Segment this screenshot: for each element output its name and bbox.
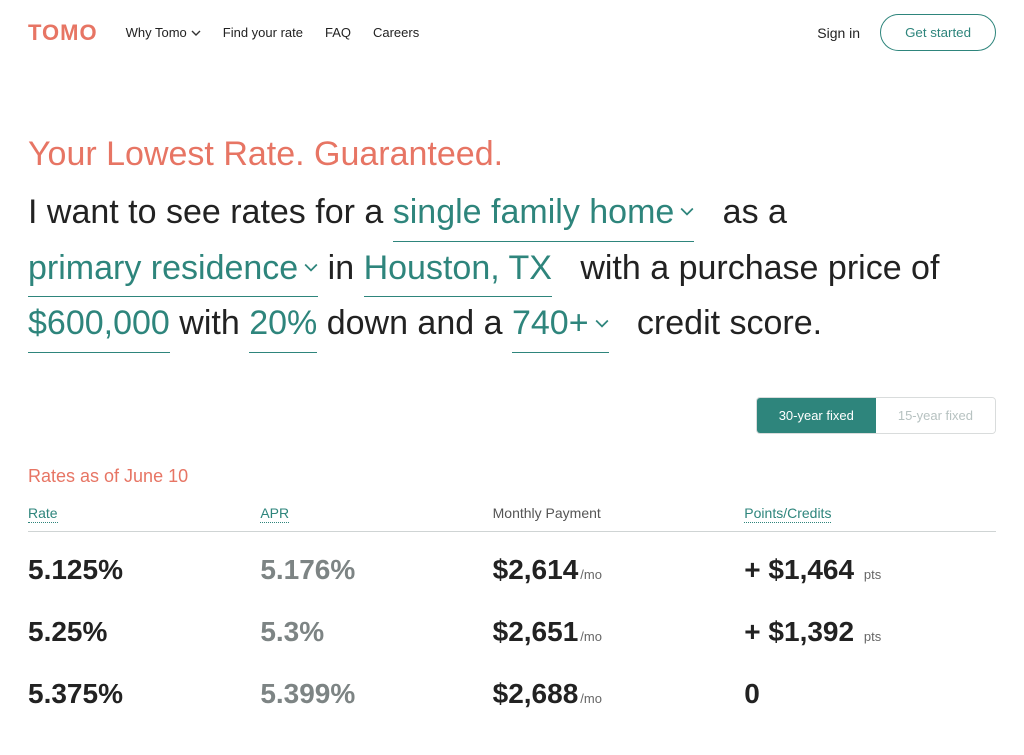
text: with — [179, 304, 249, 342]
cell-apr: 5.3% — [260, 594, 492, 656]
text — [618, 304, 627, 342]
nav-item-label: Why Tomo — [126, 25, 187, 40]
col-monthly: Monthly Payment — [493, 505, 745, 532]
cell-monthly: $2,688/mo — [493, 656, 745, 718]
text — [561, 249, 570, 287]
text: as a — [723, 193, 787, 231]
selector-value: Houston, TX — [364, 242, 552, 295]
col-rate[interactable]: Rate — [28, 505, 260, 532]
logo[interactable]: TOMO — [28, 20, 98, 46]
rate-sentence: I want to see rates for a single family … — [28, 186, 968, 353]
down-payment-selector[interactable]: 20% — [249, 297, 317, 353]
chevron-down-icon — [595, 317, 609, 331]
rates-as-of: Rates as of June 10 — [28, 466, 996, 487]
cell-monthly: $2,651/mo — [493, 594, 745, 656]
get-started-button[interactable]: Get started — [880, 14, 996, 51]
cell-points: 0 — [744, 656, 996, 718]
selector-value: $600,000 — [28, 297, 170, 350]
text: down and a — [327, 304, 512, 342]
cell-monthly: $2,614/mo — [493, 532, 745, 595]
cell-points: + $1,464 pts — [744, 532, 996, 595]
price-selector[interactable]: $600,000 — [28, 297, 170, 353]
cell-points: + $1,392 pts — [744, 594, 996, 656]
cell-rate: 5.25% — [28, 594, 260, 656]
text — [704, 193, 713, 231]
signin-link[interactable]: Sign in — [817, 25, 860, 41]
selector-value: 740+ — [512, 297, 589, 350]
nav-careers[interactable]: Careers — [373, 25, 419, 40]
term-tabs: 30-year fixed 15-year fixed — [28, 397, 996, 434]
text: credit score. — [637, 304, 822, 342]
col-points[interactable]: Points/Credits — [744, 505, 996, 532]
cell-apr: 5.399% — [260, 656, 492, 718]
rates-table: Rate APR Monthly Payment Points/Credits … — [28, 505, 996, 718]
chevron-down-icon — [304, 261, 318, 275]
text: in — [328, 249, 364, 287]
nav-find-rate[interactable]: Find your rate — [223, 25, 303, 40]
text: with a purchase price of — [580, 249, 939, 287]
selector-value: primary residence — [28, 242, 298, 295]
table-row[interactable]: 5.125%5.176%$2,614/mo+ $1,464 pts — [28, 532, 996, 595]
table-row[interactable]: 5.375%5.399%$2,688/mo0 — [28, 656, 996, 718]
property-type-selector[interactable]: single family home — [393, 186, 695, 242]
table-row[interactable]: 5.25%5.3%$2,651/mo+ $1,392 pts — [28, 594, 996, 656]
selector-value: 20% — [249, 297, 317, 350]
cell-apr: 5.176% — [260, 532, 492, 595]
nav-why-tomo[interactable]: Why Tomo — [126, 25, 201, 40]
text: I want to see rates for a — [28, 193, 393, 231]
occupancy-selector[interactable]: primary residence — [28, 242, 318, 298]
cell-rate: 5.125% — [28, 532, 260, 595]
nav-links: Why Tomo Find your rate FAQ Careers — [126, 25, 420, 40]
tab-30yr[interactable]: 30-year fixed — [757, 398, 876, 433]
location-selector[interactable]: Houston, TX — [364, 242, 552, 298]
headline: Your Lowest Rate. Guaranteed. — [28, 135, 996, 174]
cell-rate: 5.375% — [28, 656, 260, 718]
chevron-down-icon — [191, 28, 201, 38]
selector-value: single family home — [393, 186, 675, 239]
col-apr[interactable]: APR — [260, 505, 492, 532]
tab-15yr[interactable]: 15-year fixed — [876, 398, 995, 433]
nav-faq[interactable]: FAQ — [325, 25, 351, 40]
top-nav: TOMO Why Tomo Find your rate FAQ Careers… — [0, 0, 1024, 65]
credit-score-selector[interactable]: 740+ — [512, 297, 609, 353]
chevron-down-icon — [680, 205, 694, 219]
